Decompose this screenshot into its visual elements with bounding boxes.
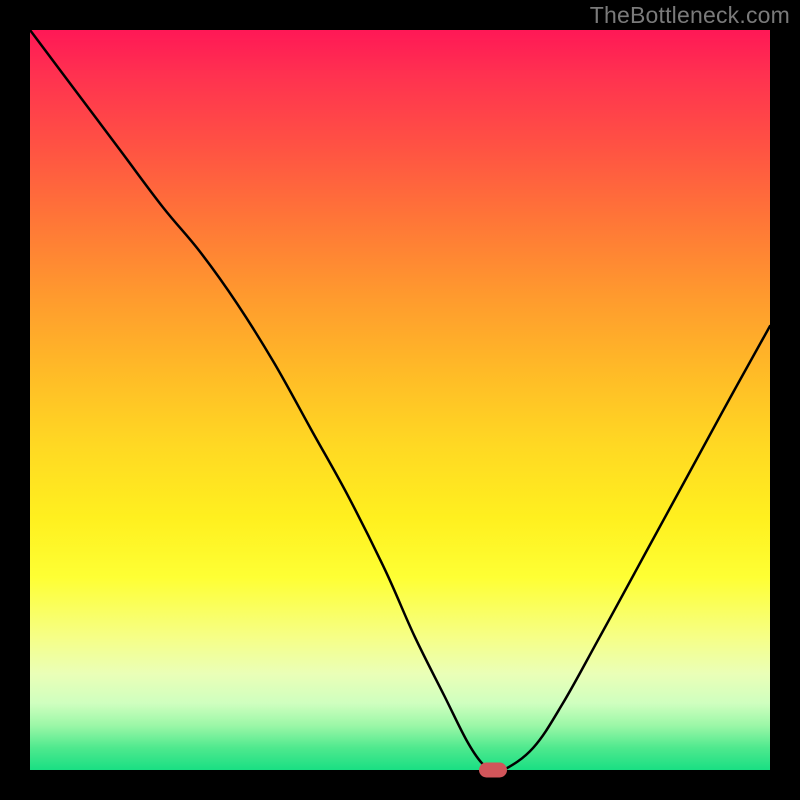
bottleneck-curve xyxy=(30,30,770,770)
chart-frame: TheBottleneck.com xyxy=(0,0,800,800)
plot-area xyxy=(30,30,770,770)
watermark-text: TheBottleneck.com xyxy=(590,2,790,29)
optimal-point-marker xyxy=(479,763,507,778)
